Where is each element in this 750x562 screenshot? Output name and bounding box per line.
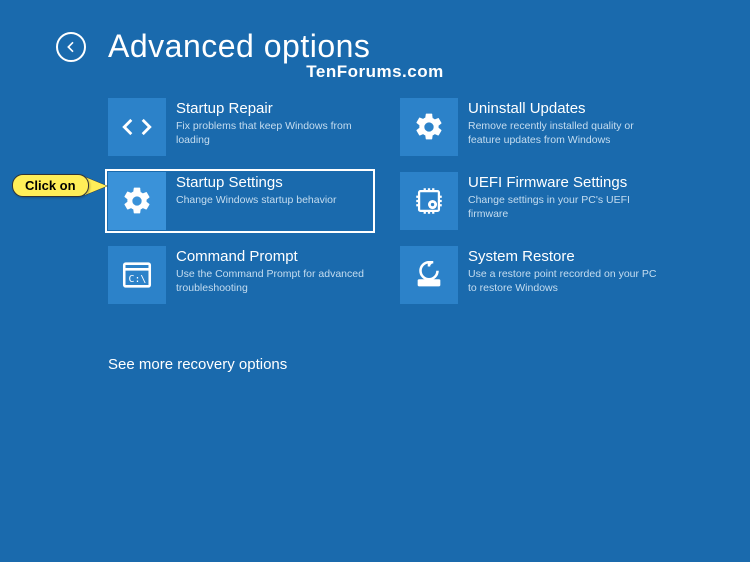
page-title: Advanced options (108, 28, 370, 65)
tile-desc: Use the Command Prompt for advanced trou… (176, 267, 372, 295)
code-brackets-icon (108, 98, 166, 156)
tile-text: Command Prompt Use the Command Prompt fo… (176, 246, 372, 295)
tile-title: Startup Repair (176, 100, 372, 117)
tile-title: Command Prompt (176, 248, 372, 265)
tile-desc: Remove recently installed quality or fea… (468, 119, 664, 147)
tile-command-prompt[interactable]: C:\ Command Prompt Use the Command Promp… (106, 244, 374, 306)
tile-uninstall-updates[interactable]: Uninstall Updates Remove recently instal… (398, 96, 666, 158)
options-grid: Startup Repair Fix problems that keep Wi… (106, 96, 666, 306)
watermark-text: TenForums.com (0, 62, 750, 82)
arrow-left-icon (63, 39, 79, 55)
tile-startup-settings[interactable]: Startup Settings Change Windows startup … (106, 170, 374, 232)
tile-title: Startup Settings (176, 174, 372, 191)
back-button[interactable] (56, 32, 86, 62)
terminal-icon: C:\ (108, 246, 166, 304)
tile-system-restore[interactable]: System Restore Use a restore point recor… (398, 244, 666, 306)
tile-text: System Restore Use a restore point recor… (468, 246, 664, 295)
tile-text: Startup Settings Change Windows startup … (176, 172, 372, 207)
tile-title: Uninstall Updates (468, 100, 664, 117)
callout-label: Click on (12, 174, 89, 197)
tile-title: System Restore (468, 248, 664, 265)
gear-icon (108, 172, 166, 230)
annotation-callout: Click on (12, 174, 107, 197)
gear-icon (400, 98, 458, 156)
tile-startup-repair[interactable]: Startup Repair Fix problems that keep Wi… (106, 96, 374, 158)
restore-icon (400, 246, 458, 304)
tile-desc: Use a restore point recorded on your PC … (468, 267, 664, 295)
tile-text: Uninstall Updates Remove recently instal… (468, 98, 664, 147)
svg-text:C:\: C:\ (129, 274, 147, 285)
tile-title: UEFI Firmware Settings (468, 174, 664, 191)
more-recovery-options-link[interactable]: See more recovery options (108, 356, 287, 373)
tile-text: UEFI Firmware Settings Change settings i… (468, 172, 664, 221)
tile-desc: Change Windows startup behavior (176, 193, 372, 207)
tile-desc: Change settings in your PC's UEFI firmwa… (468, 193, 664, 221)
tile-text: Startup Repair Fix problems that keep Wi… (176, 98, 372, 147)
tile-desc: Fix problems that keep Windows from load… (176, 119, 372, 147)
chip-gear-icon (400, 172, 458, 230)
header: Advanced options (56, 28, 370, 65)
tile-uefi-firmware[interactable]: UEFI Firmware Settings Change settings i… (398, 170, 666, 232)
